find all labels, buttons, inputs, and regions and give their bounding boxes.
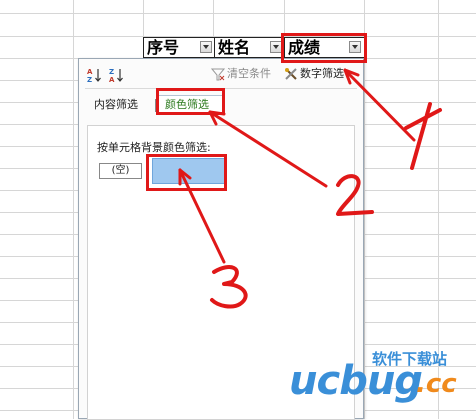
clear-conditions-button[interactable]: 清空条件 <box>210 66 271 82</box>
svg-text:A: A <box>109 76 115 83</box>
clear-filter-icon <box>210 67 226 81</box>
svg-text:Z: Z <box>109 68 114 76</box>
number-filter-label: 数字筛选 <box>300 67 344 80</box>
highlight-color-swatch <box>146 154 227 191</box>
filter-toolbar: A Z Z A 清空条件 数字筛选 <box>79 59 363 87</box>
screenshot: 序号 姓名 成绩 A Z Z A 清空条件 数字筛选 内容筛选 颜色筛选 按单元… <box>0 0 476 420</box>
number-filter-icon <box>284 67 298 81</box>
watermark-logo: ucbug <box>289 358 423 404</box>
header-label: 姓名 <box>218 38 251 57</box>
header-label: 序号 <box>147 38 180 57</box>
sort-ascending-icon[interactable]: A Z <box>87 67 103 84</box>
header-cell-index[interactable]: 序号 <box>143 37 215 58</box>
tab-content-filter[interactable]: 内容筛选 <box>94 98 138 112</box>
number-filter-button[interactable]: 数字筛选 <box>284 66 344 82</box>
sort-descending-icon[interactable]: Z A <box>109 67 125 84</box>
clear-conditions-label: 清空条件 <box>227 67 271 80</box>
header-cell-name[interactable]: 姓名 <box>214 37 285 58</box>
svg-text:A: A <box>87 68 93 76</box>
empty-color-option[interactable]: (空) <box>99 163 142 179</box>
highlight-score-header <box>281 33 367 63</box>
svg-text:Z: Z <box>87 76 92 83</box>
highlight-color-tab <box>156 88 225 115</box>
color-filter-label: 按单元格背景颜色筛选: <box>97 141 211 154</box>
filter-dropdown-button[interactable] <box>200 41 212 53</box>
watermark-logo-suffix: .cc <box>416 369 457 399</box>
